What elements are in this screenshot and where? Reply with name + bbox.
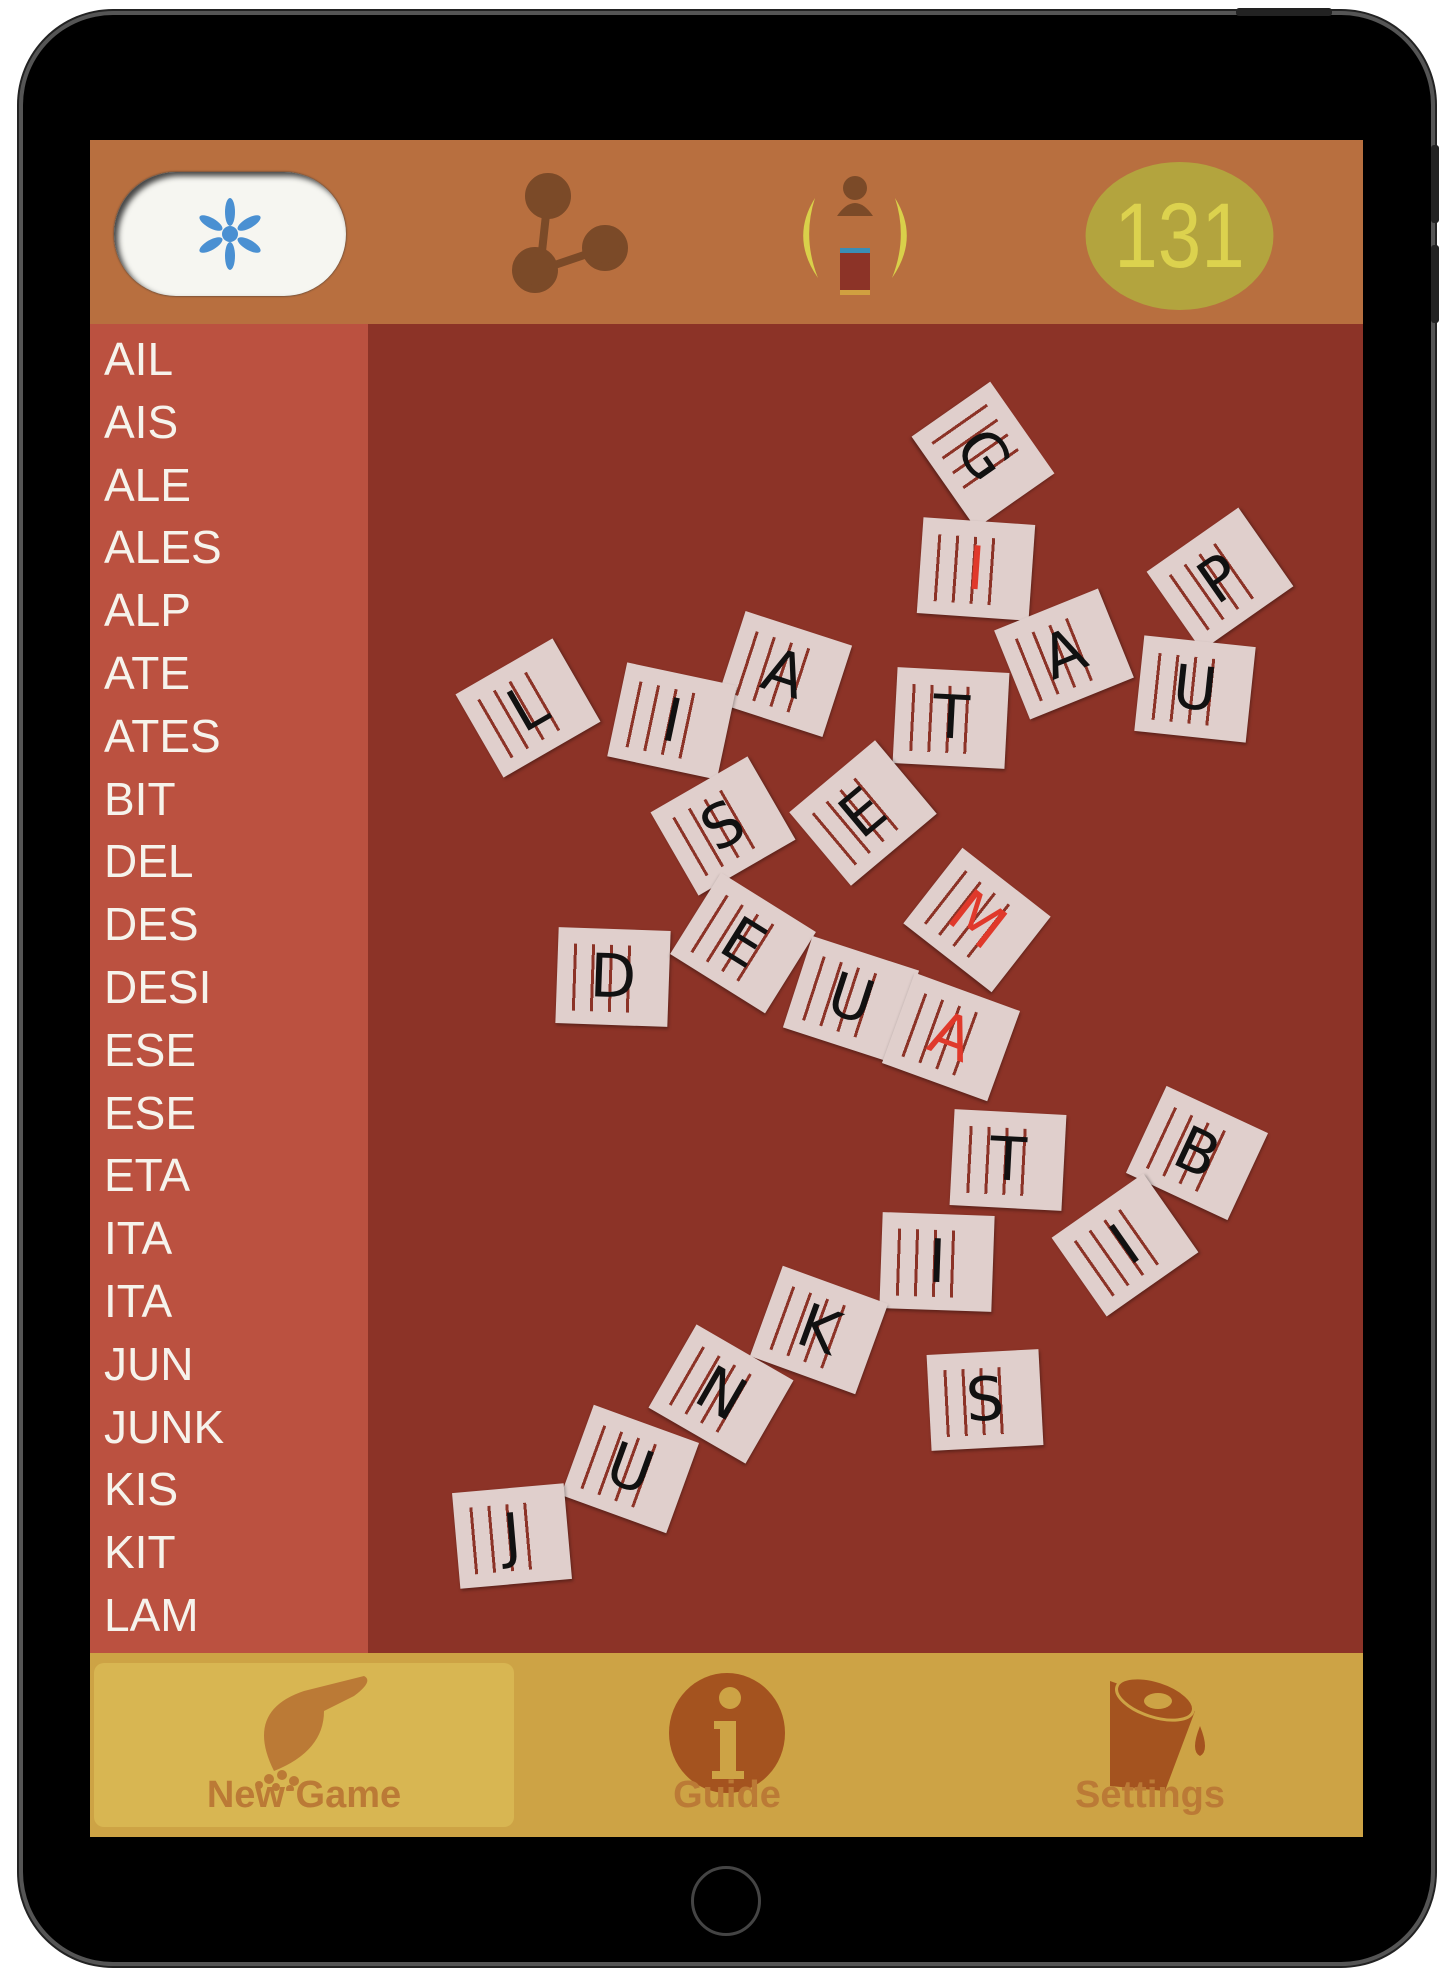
word-list-item: DES xyxy=(104,898,199,951)
tile-letter: U xyxy=(597,1428,663,1510)
word-list-item: KIT xyxy=(104,1526,176,1579)
word-list-item: ALES xyxy=(104,521,222,574)
tile-letter: K xyxy=(788,1290,850,1370)
word-list-item: ITA xyxy=(104,1275,173,1327)
guide-button[interactable]: Guide xyxy=(517,1663,937,1827)
tile-letter: A xyxy=(753,634,815,714)
share-icon[interactable] xyxy=(505,170,635,300)
tile-letter: S xyxy=(689,786,757,866)
letter-tile[interactable]: J xyxy=(452,1483,572,1589)
letter-tile[interactable]: T xyxy=(949,1109,1067,1211)
tile-letter: U xyxy=(819,958,883,1040)
letter-tile[interactable]: T xyxy=(892,667,1010,769)
guide-label: Guide xyxy=(673,1774,781,1816)
tile-letter: T xyxy=(987,1124,1029,1196)
letter-tile[interactable]: G xyxy=(911,381,1055,529)
letter-board[interactable]: GIPAULAITSEMDEUATBIIKSNUJ xyxy=(368,324,1363,1653)
word-list-item: BIT xyxy=(104,772,176,825)
header-bar: 131 xyxy=(90,140,1363,324)
tile-letter: D xyxy=(588,941,638,1013)
game-screen: 131 AIL AIS ALE ALES ALP ATE ATES BIT DEL DES DESI… xyxy=(90,140,1363,1837)
word-list-item: ETA xyxy=(104,1149,191,1202)
letter-tile[interactable]: S xyxy=(926,1349,1044,1451)
tile-letter: G xyxy=(940,415,1026,495)
tile-letter: I xyxy=(656,684,688,758)
settings-button[interactable]: Settings xyxy=(940,1663,1360,1827)
menu-button[interactable] xyxy=(114,172,346,296)
settings-label: Settings xyxy=(1075,1774,1225,1816)
tile-letter: I xyxy=(964,533,988,605)
letter-tile[interactable]: I xyxy=(607,662,737,780)
bottom-tab-bar: New Game Guide Settings xyxy=(90,1653,1363,1837)
word-list-item: JUNK xyxy=(104,1400,225,1453)
letter-tile[interactable]: D xyxy=(555,927,671,1027)
letter-tile[interactable]: U xyxy=(1134,635,1256,743)
tile-letter: T xyxy=(930,682,972,754)
found-words-list[interactable]: AIL AIS ALE ALES ALP ATE ATES BIT DEL DES DESI ESE E… xyxy=(90,324,368,1653)
score-badge: 131 xyxy=(1085,162,1274,310)
tile-letter: I xyxy=(926,1226,948,1298)
home-button[interactable] xyxy=(691,1866,761,1936)
word-list-item: ITA xyxy=(104,1212,173,1265)
tile-letter: E xyxy=(825,774,901,853)
volume-up-button xyxy=(1431,145,1439,223)
letter-tile[interactable]: M xyxy=(903,847,1051,993)
word-list-item: AIL xyxy=(104,333,174,385)
tile-letter: U xyxy=(1169,651,1221,727)
tile-letter: P xyxy=(1185,539,1255,619)
letter-tile[interactable]: P xyxy=(1146,507,1294,651)
tile-letter: N xyxy=(684,1352,758,1436)
letter-tile[interactable]: I xyxy=(916,517,1036,621)
asterisk-icon xyxy=(199,198,261,270)
letter-tile[interactable]: I xyxy=(879,1212,995,1312)
tile-letter: A xyxy=(1031,613,1097,695)
letter-tile[interactable]: L xyxy=(455,638,601,778)
new-game-button[interactable]: New Game xyxy=(94,1663,514,1827)
word-list-item: ATES xyxy=(104,709,221,762)
volume-down-button xyxy=(1431,245,1439,323)
word-list-item: ALP xyxy=(104,584,191,637)
word-list-item: ATE xyxy=(104,647,191,699)
tile-letter: J xyxy=(500,1500,524,1572)
word-list-item: DEL xyxy=(104,835,194,888)
tile-letter: E xyxy=(708,903,778,983)
word-list-item: KIS xyxy=(104,1463,179,1516)
scoop-icon xyxy=(255,1676,368,1791)
tile-letter: S xyxy=(964,1364,1006,1436)
word-list-item: ESE xyxy=(104,1086,197,1139)
player-trophy-icon[interactable] xyxy=(790,168,920,308)
word-list-item: ESE xyxy=(104,1023,197,1076)
word-list-item: ALE xyxy=(104,458,191,511)
tile-letter: I xyxy=(1097,1211,1153,1279)
tile-letter: B xyxy=(1163,1112,1231,1194)
word-list-item: AIS xyxy=(104,395,179,448)
new-game-label: New Game xyxy=(206,1774,402,1816)
word-list-item: DESI xyxy=(104,961,212,1013)
word-list-item: LAM xyxy=(104,1589,199,1641)
tile-letter: M xyxy=(935,876,1019,964)
word-list-item: JUN xyxy=(104,1337,194,1390)
letter-tile[interactable]: A xyxy=(715,611,853,737)
power-button xyxy=(1236,8,1332,16)
tile-letter: L xyxy=(496,669,560,747)
tile-letter: A xyxy=(919,997,983,1077)
